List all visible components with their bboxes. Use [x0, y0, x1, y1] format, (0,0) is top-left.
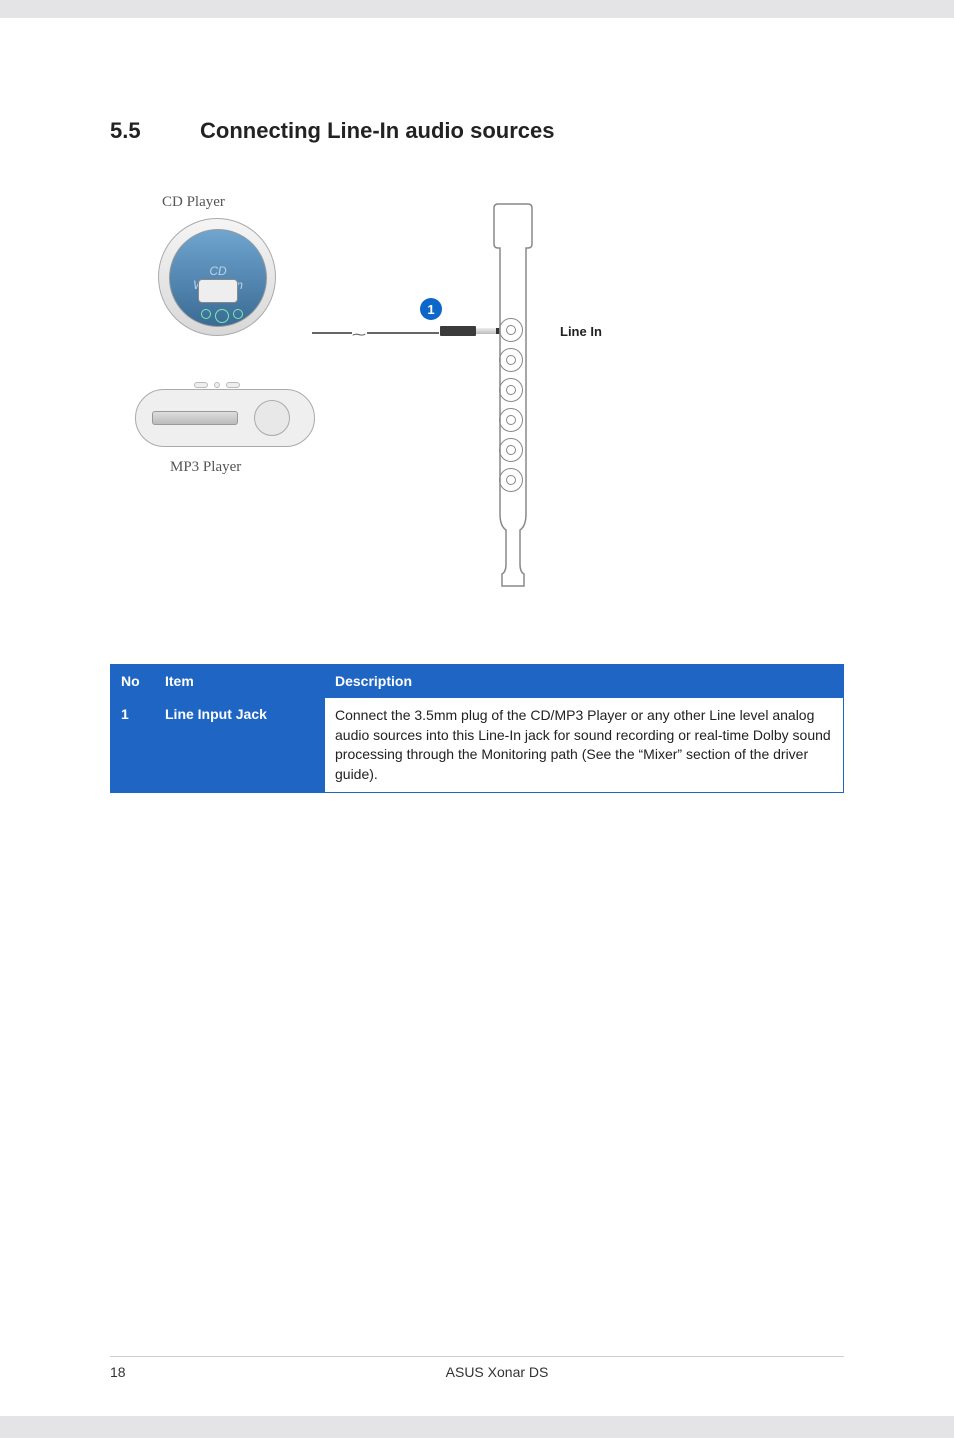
callout-badge-1: 1: [420, 298, 442, 320]
cell-no: 1: [111, 698, 155, 793]
cd-player-icon: CD Walkman: [158, 218, 276, 336]
port-line-in-icon: [499, 318, 523, 342]
table-row: 1 Line Input Jack Connect the 3.5mm plug…: [111, 698, 844, 793]
connection-diagram: CD Player CD Walkman: [110, 194, 844, 614]
section-heading: 5.5 Connecting Line-In audio sources: [110, 118, 844, 144]
cd-player-brand-1: CD: [209, 264, 226, 278]
section-number: 5.5: [110, 118, 200, 144]
page-footer: 18 ASUS Xonar DS: [0, 1364, 954, 1380]
th-item: Item: [155, 665, 325, 698]
mp3-player-icon: [135, 389, 315, 447]
port-icon: [499, 408, 523, 432]
page-number: 18: [110, 1364, 150, 1380]
mp3-player-label: MP3 Player: [170, 459, 241, 476]
bracket-ports: [499, 318, 523, 492]
port-icon: [499, 348, 523, 372]
cell-desc: Connect the 3.5mm plug of the CD/MP3 Pla…: [325, 698, 844, 793]
cd-player-label: CD Player: [162, 194, 225, 211]
th-desc: Description: [325, 665, 844, 698]
port-icon: [499, 468, 523, 492]
line-in-label: Line In: [560, 324, 602, 339]
port-description-table: No Item Description 1 Line Input Jack Co…: [110, 664, 844, 793]
section-title: Connecting Line-In audio sources: [200, 118, 554, 144]
port-icon: [499, 438, 523, 462]
port-icon: [499, 378, 523, 402]
book-title: ASUS Xonar DS: [150, 1364, 844, 1380]
cell-item: Line Input Jack: [155, 698, 325, 793]
th-no: No: [111, 665, 155, 698]
